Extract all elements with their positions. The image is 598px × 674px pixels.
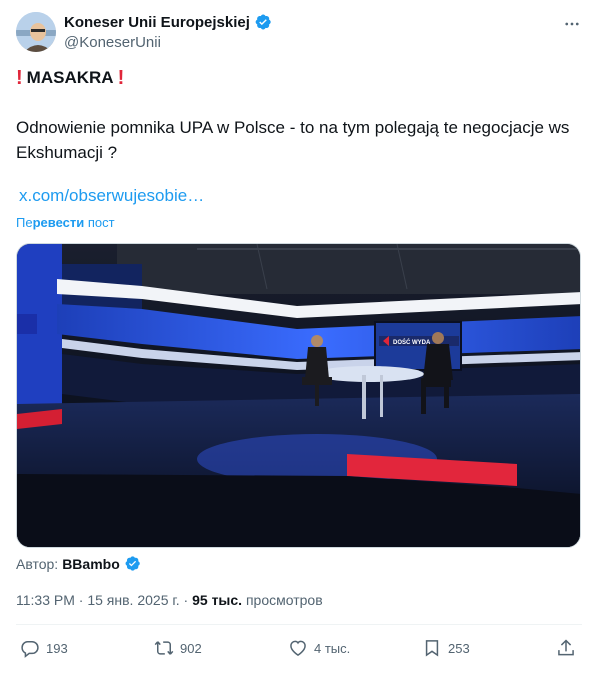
post-date[interactable]: 15 янв. 2025 г. <box>87 592 179 608</box>
post-meta: 11:33 PM · 15 янв. 2025 г. · 95 тыс. про… <box>16 592 323 608</box>
views-label: просмотров <box>245 592 323 608</box>
share-icon <box>558 639 574 656</box>
bookmark-button[interactable]: 253 <box>422 638 470 658</box>
exclamation-icon: ! <box>16 66 23 89</box>
bookmark-count: 253 <box>448 640 470 656</box>
handle[interactable]: @KoneserUnii <box>64 34 161 51</box>
reply-count: 193 <box>46 640 68 656</box>
heart-icon <box>290 640 306 656</box>
post-body: Odnowienie pomnika UPA w Polsce - to na … <box>16 118 570 162</box>
post-time[interactable]: 11:33 PM <box>16 592 75 608</box>
divider <box>16 624 582 625</box>
exclamation-icon: ! <box>117 66 125 89</box>
video-attribution: Автор: BBambo <box>16 555 141 572</box>
attribution-author[interactable]: BBambo <box>62 556 120 572</box>
repost-button[interactable]: 902 <box>154 638 202 658</box>
translate-post-link[interactable]: Перевести пост <box>16 215 115 230</box>
reply-button[interactable]: 193 <box>20 638 68 658</box>
meta-separator: · <box>78 592 84 608</box>
reply-icon <box>21 641 39 658</box>
verified-badge-icon <box>255 14 271 30</box>
translate-suffix: пост <box>84 215 115 230</box>
more-options-button[interactable] <box>561 13 583 35</box>
meta-separator: · <box>183 592 189 608</box>
avatar[interactable] <box>16 12 56 52</box>
like-button[interactable]: 4 тыс. <box>288 638 350 658</box>
translate-prefix: Пе <box>16 215 33 230</box>
attribution-label: Автор: <box>16 555 59 572</box>
more-horizontal-icon <box>565 22 579 26</box>
tv-studio-image: DOŚĆ WYDA <box>17 244 580 547</box>
repost-icon <box>154 641 174 655</box>
headline-text: MASAKRA <box>26 68 114 87</box>
action-bar: 193 902 4 тыс. 253 <box>16 638 582 662</box>
views-count: 95 тыс. <box>192 592 243 608</box>
screen-text: DOŚĆ WYDA <box>393 338 431 346</box>
post-headline: ! MASAKRA ! <box>16 68 124 88</box>
verified-badge-icon <box>125 556 140 571</box>
bookmark-icon <box>425 640 439 657</box>
like-count: 4 тыс. <box>314 640 351 656</box>
translate-bold: ревести <box>32 215 85 230</box>
display-name[interactable]: Koneser Unii Europejskiej <box>64 14 250 31</box>
post-link[interactable]: x.com/obserwujesobie… <box>19 186 204 206</box>
author-name-row[interactable]: Koneser Unii Europejskiej <box>64 13 272 31</box>
share-button[interactable] <box>556 638 576 658</box>
post-video[interactable]: DOŚĆ WYDA <box>16 243 581 548</box>
repost-count: 902 <box>180 640 202 656</box>
